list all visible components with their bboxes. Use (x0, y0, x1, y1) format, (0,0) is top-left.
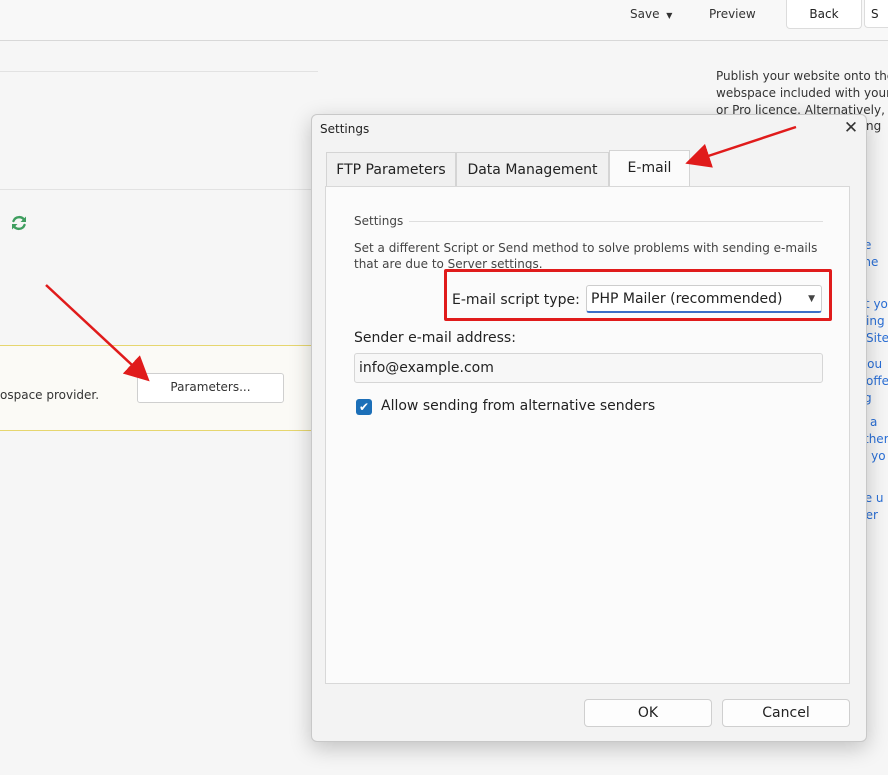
help-link[interactable]: a (870, 414, 877, 431)
ok-button[interactable]: OK (584, 699, 712, 727)
dialog-title: Settings (320, 122, 370, 136)
annotation-highlight-box (444, 269, 832, 321)
allow-alternative-senders-checkbox[interactable]: ✔ (356, 399, 372, 415)
preview-button[interactable]: Preview (709, 0, 756, 28)
sender-email-input[interactable]: info@example.com (354, 353, 823, 383)
tab-data-management[interactable]: Data Management (456, 152, 609, 186)
cancel-button[interactable]: Cancel (722, 699, 850, 727)
back-button[interactable]: Back (786, 0, 862, 29)
help-link[interactable]: offe (866, 373, 888, 390)
tab-ftp-parameters[interactable]: FTP Parameters (326, 152, 456, 186)
refresh-icon[interactable] (9, 213, 29, 233)
sender-email-label: Sender e-mail address: (354, 330, 516, 346)
close-icon[interactable]: ✕ (840, 117, 862, 139)
next-button[interactable]: S (864, 0, 888, 28)
help-link[interactable]: ing (866, 313, 885, 330)
allow-alternative-senders-label[interactable]: Allow sending from alternative senders (381, 398, 655, 414)
chevron-down-icon: ▼ (666, 11, 673, 20)
divider (0, 71, 318, 72)
help-link[interactable]: ther (864, 431, 888, 448)
checkmark-icon: ✔ (358, 400, 370, 414)
save-label: Save (630, 7, 660, 21)
divider (0, 189, 313, 190)
help-link[interactable]: Site (866, 330, 888, 347)
notice-text: ospace provider. (0, 388, 100, 402)
settings-dialog: Settings ✕ FTP Parameters Data Managemen… (311, 114, 867, 742)
publish-description: Publish your website onto the webspace i… (716, 69, 888, 117)
group-divider (404, 221, 823, 222)
group-label: Settings (354, 214, 410, 228)
settings-description: Set a different Script or Send method to… (354, 241, 818, 271)
parameters-button[interactable]: Parameters... (137, 373, 284, 403)
tab-email[interactable]: E-mail (609, 150, 690, 186)
publish-description-tail: ng (866, 119, 882, 133)
save-dropdown-button[interactable]: Save ▼ (630, 0, 672, 28)
